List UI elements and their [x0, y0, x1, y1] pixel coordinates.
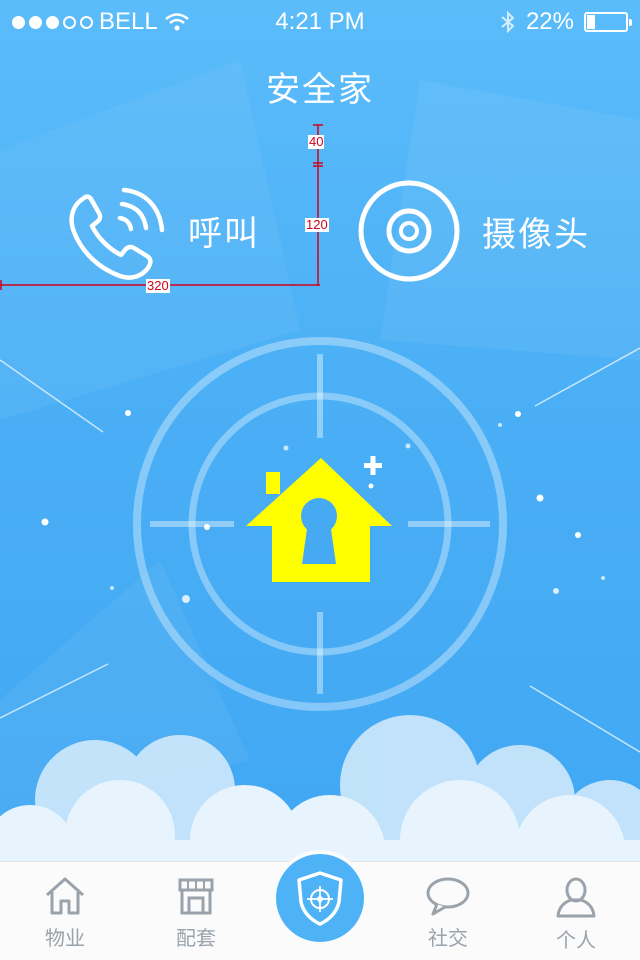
tab-label: 个人	[556, 928, 596, 952]
shield-icon	[297, 871, 343, 926]
app-screen: BELL 4:21 PM 22% 安全家 呼叫 摄像头 40 120 320 物…	[0, 0, 640, 960]
tab-social[interactable]: 社交	[384, 862, 512, 960]
tab-amenities[interactable]: 配套	[132, 862, 260, 960]
measurement-lines	[0, 124, 323, 290]
measure-label-120: 120	[305, 217, 329, 232]
tab-security[interactable]	[276, 854, 364, 942]
tab-label: 物业	[45, 926, 85, 950]
tab-label: 社交	[428, 926, 468, 950]
tab-label: 配套	[176, 926, 216, 950]
measure-label-40: 40	[308, 134, 325, 149]
house-lock-icon	[246, 456, 392, 582]
chat-bubble-icon	[426, 877, 470, 916]
store-icon	[178, 878, 214, 915]
tab-bar: 物业 配套 社交 个人	[0, 854, 640, 960]
tab-property[interactable]: 物业	[1, 862, 129, 960]
measure-label-320: 320	[146, 278, 170, 293]
arm-lock-button[interactable]	[246, 452, 396, 586]
person-icon	[556, 877, 596, 918]
home-icon	[46, 877, 84, 915]
tab-profile[interactable]: 个人	[512, 862, 640, 960]
